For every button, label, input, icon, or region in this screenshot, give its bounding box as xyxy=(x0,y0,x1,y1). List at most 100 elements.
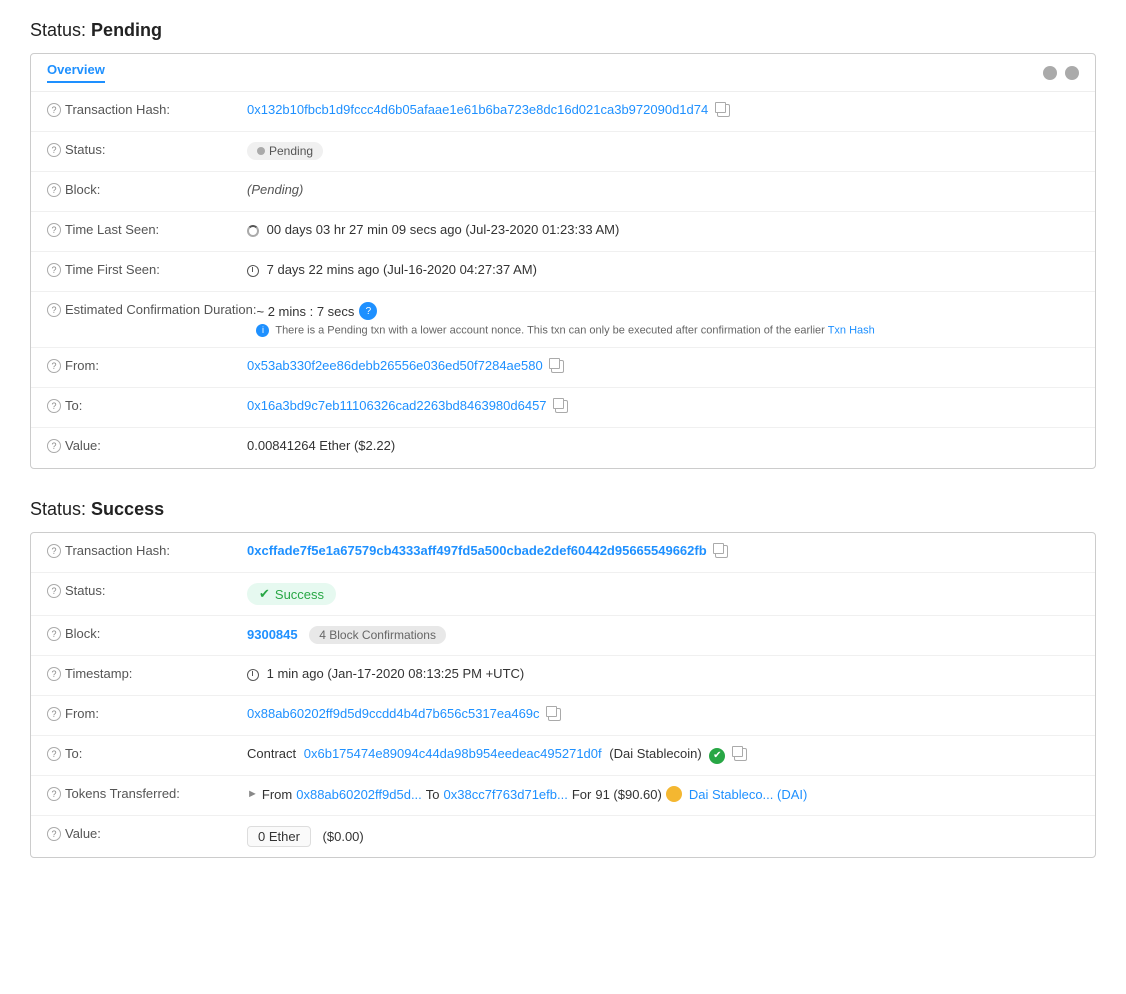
pending-tx-hash-link[interactable]: 0x132b10fbcb1d9fccc4d6b05afaae1e61b6ba72… xyxy=(247,102,708,117)
help-icon-to: ? xyxy=(47,399,61,413)
success-to-row: ? To: Contract 0x6b175474e89094c44da98b9… xyxy=(31,736,1095,776)
copy-from-icon[interactable] xyxy=(551,360,564,373)
success-tokens-value: ► From 0x88ab60202ff9d5d... To 0x38cc7f7… xyxy=(247,786,1079,802)
success-value-label: ? Value: xyxy=(47,826,247,841)
pending-section-title: Status: Pending xyxy=(30,20,1096,41)
pending-est-confirm-value: ~ 2 mins : 7 secs ? i There is a Pending… xyxy=(256,302,1079,337)
tab-circle-1 xyxy=(1043,66,1057,80)
success-timestamp-value: 1 min ago (Jan-17-2020 08:13:25 PM +UTC) xyxy=(247,666,1079,681)
success-value-row: ? Value: 0 Ether ($0.00) xyxy=(31,816,1095,857)
success-status-value: ✔ Success xyxy=(247,583,1079,605)
overview-tab[interactable]: Overview xyxy=(47,62,105,83)
pending-from-row: ? From: 0x53ab330f2ee86debb26556e036ed50… xyxy=(31,348,1095,388)
help-icon-to-s: ? xyxy=(47,747,61,761)
pending-status-row: ? Status: Pending xyxy=(31,132,1095,172)
pending-time-last-seen-row: ? Time Last Seen: 00 days 03 hr 27 min 0… xyxy=(31,212,1095,252)
pending-time-first-seen-label: ? Time First Seen: xyxy=(47,262,247,277)
pending-to-value: 0x16a3bd9c7eb11106326cad2263bd8463980d64… xyxy=(247,398,1079,413)
tab-icons xyxy=(1043,66,1079,80)
pending-status-value: Pending xyxy=(247,142,1079,160)
help-icon-status: ? xyxy=(47,143,61,157)
copy-success-to-icon[interactable] xyxy=(734,748,747,761)
help-icon-txhash-s: ? xyxy=(47,544,61,558)
pending-from-address[interactable]: 0x53ab330f2ee86debb26556e036ed50f7284ae5… xyxy=(247,358,543,373)
help-icon-timelast: ? xyxy=(47,223,61,237)
help-icon-value-s: ? xyxy=(47,827,61,841)
tab-circle-2 xyxy=(1065,66,1079,80)
tokens-row-detail: ► From 0x88ab60202ff9d5d... To 0x38cc7f7… xyxy=(247,786,1079,802)
help-icon-tokens: ? xyxy=(47,787,61,801)
success-status-row: ? Status: ✔ Success xyxy=(31,573,1095,616)
tokens-from-address[interactable]: 0x88ab60202ff9d5d... xyxy=(296,787,422,802)
help-icon-block: ? xyxy=(47,183,61,197)
pending-dot xyxy=(257,147,265,155)
pending-to-address[interactable]: 0x16a3bd9c7eb11106326cad2263bd8463980d64… xyxy=(247,398,547,413)
pending-from-value: 0x53ab330f2ee86debb26556e036ed50f7284ae5… xyxy=(247,358,1079,373)
pending-tx-hash-row: ? Transaction Hash: 0x132b10fbcb1d9fccc4… xyxy=(31,92,1095,132)
success-section-title: Status: Success xyxy=(30,499,1096,520)
pending-to-row: ? To: 0x16a3bd9c7eb11106326cad2263bd8463… xyxy=(31,388,1095,428)
est-duration-line: ~ 2 mins : 7 secs ? xyxy=(256,302,1079,320)
pending-tab-bar: Overview xyxy=(31,54,1095,92)
success-timestamp-row: ? Timestamp: 1 min ago (Jan-17-2020 08:1… xyxy=(31,656,1095,696)
pending-value-row: ? Value: 0.00841264 Ether ($2.22) xyxy=(31,428,1095,468)
success-from-value: 0x88ab60202ff9d5d9ccdd4b4d7b656c5317ea46… xyxy=(247,706,1079,721)
help-icon-timestamp: ? xyxy=(47,667,61,681)
help-icon-value: ? xyxy=(47,439,61,453)
success-tx-hash-label: ? Transaction Hash: xyxy=(47,543,247,558)
value-ether-box: 0 Ether xyxy=(247,826,311,847)
pending-value-label: ? Value: xyxy=(47,438,247,453)
help-icon-est: ? xyxy=(47,303,61,317)
success-block-row: ? Block: 9300845 4 Block Confirmations xyxy=(31,616,1095,656)
success-to-contract-address[interactable]: 0x6b175474e89094c44da98b954eedeac495271d… xyxy=(304,746,602,761)
success-tx-hash-link[interactable]: 0xcffade7f5e1a67579cb4333aff497fd5a500cb… xyxy=(247,543,707,558)
pending-tx-hash-label: ? Transaction Hash: xyxy=(47,102,247,117)
copy-success-txhash-icon[interactable] xyxy=(715,545,728,558)
pending-from-label: ? From: xyxy=(47,358,247,373)
pending-to-label: ? To: xyxy=(47,398,247,413)
pending-tx-hash-value: 0x132b10fbcb1d9fccc4d6b05afaae1e61b6ba72… xyxy=(247,102,1079,117)
pending-time-first-seen-row: ? Time First Seen: 7 days 22 mins ago (J… xyxy=(31,252,1095,292)
check-icon: ✔ xyxy=(259,586,270,602)
success-tokens-label: ? Tokens Transferred: xyxy=(47,786,247,801)
copy-to-icon[interactable] xyxy=(555,400,568,413)
confirmations-badge: 4 Block Confirmations xyxy=(309,626,446,644)
block-number-link[interactable]: 9300845 xyxy=(247,627,298,642)
success-timestamp-label: ? Timestamp: xyxy=(47,666,247,681)
success-card: ? Transaction Hash: 0xcffade7f5e1a67579c… xyxy=(30,532,1096,858)
txn-hash-link[interactable]: Txn Hash xyxy=(828,324,875,336)
pending-block-label: ? Block: xyxy=(47,182,247,197)
success-value-value: 0 Ether ($0.00) xyxy=(247,826,1079,847)
tokens-arrow: ► xyxy=(247,788,258,800)
pending-badge: Pending xyxy=(247,142,323,160)
success-tx-hash-value: 0xcffade7f5e1a67579cb4333aff497fd5a500cb… xyxy=(247,543,1079,558)
copy-txhash-icon[interactable] xyxy=(717,104,730,117)
success-block-value: 9300845 4 Block Confirmations xyxy=(247,626,1079,644)
success-from-row: ? From: 0x88ab60202ff9d5d9ccdd4b4d7b656c… xyxy=(31,696,1095,736)
help-icon-timefirst: ? xyxy=(47,263,61,277)
clock-icon-first xyxy=(247,265,259,277)
success-to-label: ? To: xyxy=(47,746,247,761)
copy-success-from-icon[interactable] xyxy=(548,708,561,721)
pending-block-value: (Pending) xyxy=(247,182,1079,197)
dai-token-icon xyxy=(666,786,682,802)
help-icon-from-s: ? xyxy=(47,707,61,721)
success-tx-hash-row: ? Transaction Hash: 0xcffade7f5e1a67579c… xyxy=(31,533,1095,573)
tokens-dai-name[interactable]: Dai Stableco... (DAI) xyxy=(689,787,808,802)
pending-est-confirm-row: ? Estimated Confirmation Duration: ~ 2 m… xyxy=(31,292,1095,348)
success-block-label: ? Block: xyxy=(47,626,247,641)
clock-icon-timestamp xyxy=(247,669,259,681)
est-question-badge: ? xyxy=(359,302,377,320)
help-icon-block-s: ? xyxy=(47,627,61,641)
spinner-icon xyxy=(247,225,259,237)
success-to-value: Contract 0x6b175474e89094c44da98b954eede… xyxy=(247,746,1079,764)
pending-value-value: 0.00841264 Ether ($2.22) xyxy=(247,438,1079,453)
pending-card: Overview ? Transaction Hash: 0x132b10fbc… xyxy=(30,53,1096,469)
success-badge: ✔ Success xyxy=(247,583,336,605)
pending-time-last-seen-label: ? Time Last Seen: xyxy=(47,222,247,237)
pending-time-first-seen-value: 7 days 22 mins ago (Jul-16-2020 04:27:37… xyxy=(247,262,1079,277)
confirmation-note: i There is a Pending txn with a lower ac… xyxy=(256,324,1079,337)
success-tokens-row: ? Tokens Transferred: ► From 0x88ab60202… xyxy=(31,776,1095,816)
tokens-to-address[interactable]: 0x38cc7f763d71efb... xyxy=(444,787,568,802)
success-from-address[interactable]: 0x88ab60202ff9d5d9ccdd4b4d7b656c5317ea46… xyxy=(247,706,540,721)
